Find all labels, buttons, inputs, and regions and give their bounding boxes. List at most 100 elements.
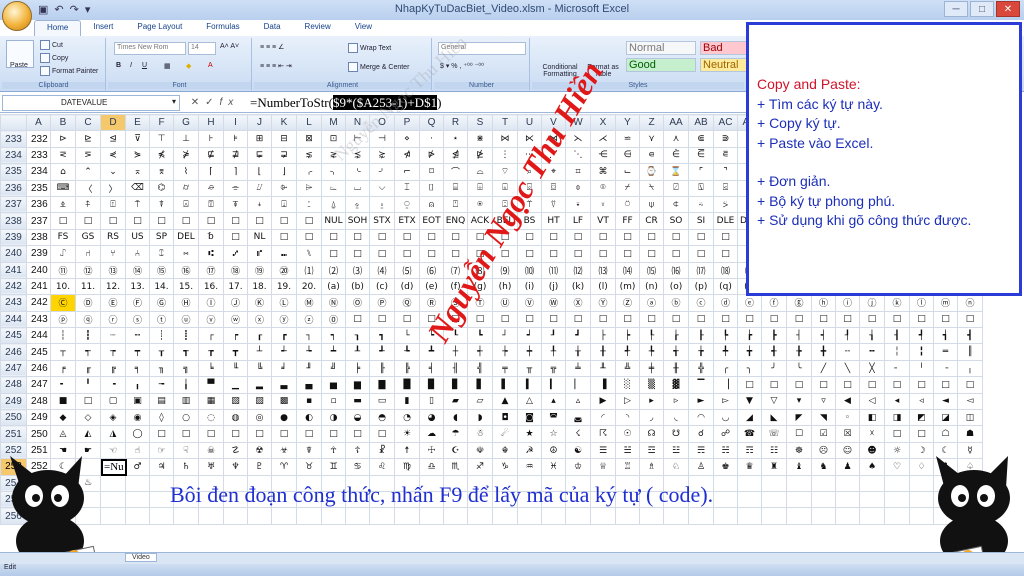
cell[interactable]: ▇ bbox=[369, 376, 395, 394]
copy-button[interactable]: Copy bbox=[40, 53, 68, 63]
cell[interactable]: ☟ bbox=[173, 441, 199, 460]
cell[interactable]: □ bbox=[321, 228, 346, 247]
cell[interactable]: ⒀ bbox=[590, 261, 616, 279]
cell[interactable]: ☄ bbox=[492, 425, 518, 443]
cell[interactable]: ■ bbox=[50, 392, 76, 411]
cell[interactable]: Ⓞ bbox=[345, 294, 370, 312]
cell[interactable]: ⋇ bbox=[467, 130, 493, 148]
cell[interactable]: ☗ bbox=[957, 425, 983, 443]
cell[interactable]: □ bbox=[296, 425, 322, 443]
cell[interactable]: ◇ bbox=[75, 409, 101, 427]
cell[interactable]: ⋴ bbox=[639, 146, 664, 165]
cell[interactable]: ⊧ bbox=[223, 130, 248, 148]
cell[interactable]: ▷ bbox=[615, 392, 640, 411]
cell[interactable]: ▩ bbox=[271, 392, 297, 411]
cell[interactable]: ◐ bbox=[296, 409, 322, 427]
cell[interactable]: ⑿ bbox=[565, 261, 591, 279]
cell[interactable]: ☏ bbox=[761, 425, 787, 443]
cell[interactable]: □ bbox=[909, 376, 934, 394]
row-header[interactable]: 246 bbox=[0, 343, 27, 361]
cell[interactable]: ▍ bbox=[517, 376, 542, 394]
cell[interactable]: 245 bbox=[26, 343, 51, 361]
cell[interactable]: ☤ bbox=[296, 441, 322, 460]
cell[interactable]: ⌿ bbox=[615, 179, 640, 197]
cell[interactable]: ╞ bbox=[345, 359, 370, 378]
cell[interactable]: ☓ bbox=[859, 425, 885, 443]
cell[interactable]: □ bbox=[149, 212, 174, 230]
cell[interactable]: ☫ bbox=[467, 441, 493, 460]
cell[interactable]: FS bbox=[50, 228, 76, 247]
cell[interactable]: ♕ bbox=[590, 458, 616, 476]
cell[interactable]: ⓨ bbox=[271, 310, 297, 329]
cell[interactable]: ▨ bbox=[247, 392, 272, 411]
cell[interactable] bbox=[517, 507, 542, 525]
cell[interactable]: ⋲ bbox=[590, 146, 616, 165]
row-header[interactable]: 247 bbox=[0, 359, 27, 378]
cell[interactable]: ◮ bbox=[100, 425, 126, 443]
cell[interactable]: □ bbox=[713, 310, 738, 329]
cell[interactable]: ┶ bbox=[296, 343, 322, 361]
cell[interactable]: □ bbox=[345, 245, 370, 263]
cell[interactable]: ╮ bbox=[737, 359, 762, 378]
cell[interactable]: ⊵ bbox=[75, 130, 101, 148]
cell[interactable]: ▭ bbox=[369, 392, 395, 411]
cell[interactable]: ╹ bbox=[75, 376, 101, 394]
cell[interactable]: ┌ bbox=[198, 327, 224, 345]
cell[interactable]: 242 bbox=[26, 294, 51, 312]
cell[interactable] bbox=[419, 507, 444, 525]
cell[interactable]: ⍗ bbox=[271, 195, 297, 214]
cell[interactable]: □ bbox=[541, 310, 566, 329]
cell[interactable]: □ bbox=[223, 425, 248, 443]
column-header[interactable]: C bbox=[75, 114, 101, 132]
insert-function-icon[interactable]: fx bbox=[220, 97, 240, 108]
cell[interactable]: ⊞ bbox=[247, 130, 272, 148]
row-header[interactable]: 236 bbox=[0, 179, 27, 197]
cell[interactable]: (d) bbox=[394, 277, 420, 296]
cell[interactable]: ⒃ bbox=[663, 261, 689, 279]
cell[interactable]: ┡ bbox=[713, 327, 738, 345]
cell[interactable]: □ bbox=[688, 245, 714, 263]
cell[interactable] bbox=[247, 507, 272, 525]
cell[interactable]: ⍔ bbox=[198, 195, 224, 214]
column-header[interactable]: S bbox=[467, 114, 493, 132]
cell[interactable]: 16. bbox=[198, 277, 224, 296]
cell[interactable]: □ bbox=[835, 310, 860, 329]
cell[interactable]: ╇ bbox=[713, 343, 738, 361]
cell[interactable]: □ bbox=[271, 425, 297, 443]
cell[interactable]: ⌨ bbox=[50, 179, 76, 197]
row-header[interactable]: 241 bbox=[0, 261, 27, 279]
cell[interactable]: ╙ bbox=[223, 359, 248, 378]
cell[interactable]: ╶ bbox=[933, 359, 958, 378]
row-header[interactable]: 248 bbox=[0, 376, 27, 394]
cell[interactable]: 18. bbox=[247, 277, 272, 296]
cell[interactable]: □ bbox=[713, 228, 738, 247]
cell[interactable]: (b) bbox=[345, 277, 370, 296]
cell[interactable]: ┹ bbox=[369, 343, 395, 361]
cell[interactable]: ♄ bbox=[173, 458, 199, 476]
cell[interactable]: ┧ bbox=[859, 327, 885, 345]
row-header[interactable]: 237 bbox=[0, 195, 27, 214]
tab-review[interactable]: Review bbox=[293, 20, 343, 36]
cell[interactable]: ╢ bbox=[443, 359, 468, 378]
row-header[interactable]: 239 bbox=[0, 228, 27, 247]
cell[interactable]: ▪ bbox=[296, 392, 322, 411]
cell[interactable]: Ⓥ bbox=[517, 294, 542, 312]
cell[interactable] bbox=[688, 507, 714, 525]
cell[interactable]: ▬ bbox=[345, 392, 370, 411]
name-box[interactable]: DATEVALUE ▾ bbox=[2, 94, 180, 111]
cell[interactable] bbox=[786, 507, 812, 525]
cell[interactable]: □ bbox=[811, 310, 836, 329]
cell[interactable]: □ bbox=[100, 212, 126, 230]
cell[interactable]: □ bbox=[590, 228, 616, 247]
cell[interactable]: ☌ bbox=[688, 425, 714, 443]
cell[interactable]: ☖ bbox=[933, 425, 958, 443]
cell[interactable]: □ bbox=[394, 228, 420, 247]
cell[interactable]: □ bbox=[909, 425, 934, 443]
cell[interactable]: ⑈ bbox=[247, 245, 272, 263]
cell[interactable]: □ bbox=[565, 245, 591, 263]
row-header[interactable]: 235 bbox=[0, 163, 27, 181]
cell[interactable] bbox=[321, 507, 346, 525]
cell[interactable] bbox=[590, 507, 616, 525]
cell[interactable]: □ bbox=[75, 212, 101, 230]
cell[interactable]: ⋐ bbox=[688, 130, 714, 148]
